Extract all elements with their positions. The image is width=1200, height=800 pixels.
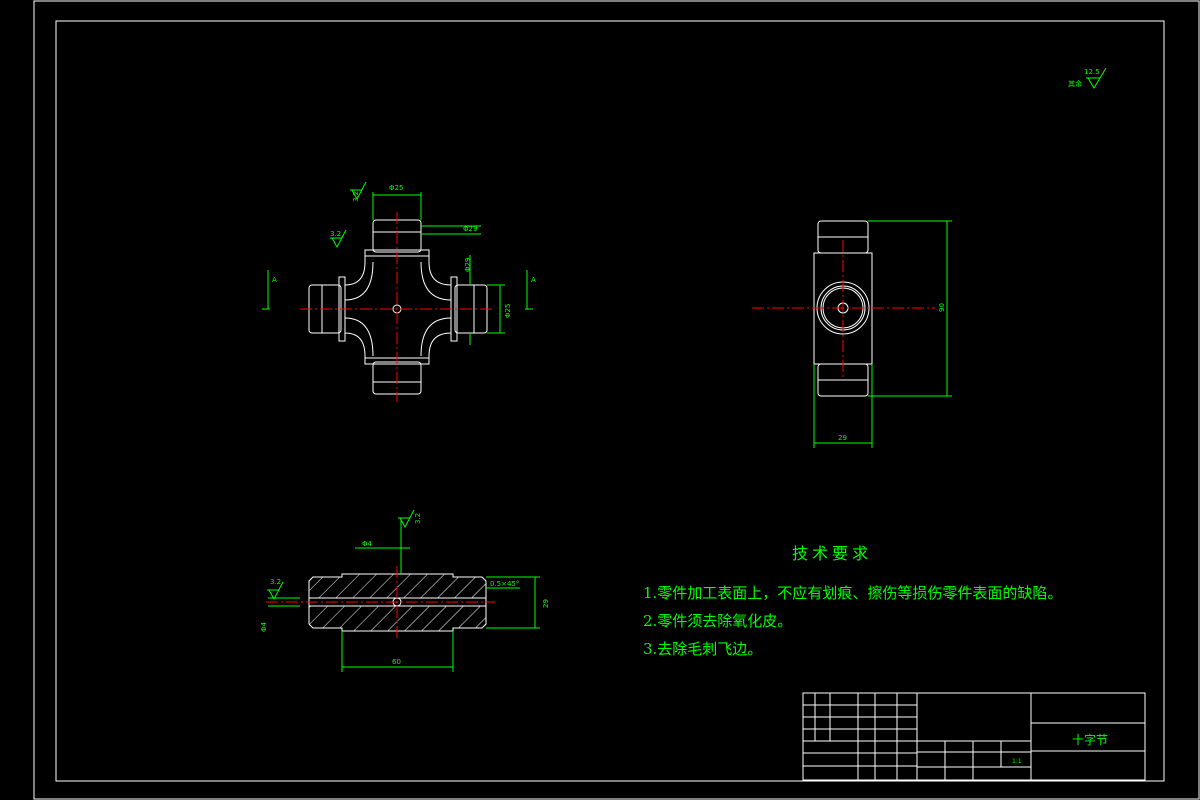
general-roughness-label: 其余 <box>1068 79 1082 88</box>
general-roughness-symbol: 12.5 其余 <box>1068 67 1107 89</box>
roughness-1: 3.2 <box>352 191 360 202</box>
tech-requirement-1: 1.零件加工表面上，不应有划痕、擦伤等损伤零件表面的缺陷。 <box>643 584 1063 602</box>
section-dim-left: Φ4 <box>260 621 268 632</box>
inner-frame <box>55 20 1165 782</box>
roughness-4: 3.2 <box>270 578 281 586</box>
cad-drawing-canvas: 12.5 其余 Φ25 Φ29 Φ29 Φ25 A A 3.2 3.2 90 2… <box>33 0 1200 800</box>
tech-requirements-title: 技术要求 <box>792 544 873 563</box>
tech-requirement-2: 2.零件须去除氧化皮。 <box>643 612 793 630</box>
front-view <box>308 219 488 395</box>
roughness-3: 3.2 <box>414 513 422 524</box>
front-view-centerlines <box>300 212 495 402</box>
title-block-scale: 1:1 <box>1012 758 1022 765</box>
dim-right-v1: Φ29 <box>464 258 472 272</box>
section-mark-left: A <box>272 276 277 284</box>
title-block-part-name: 十字节 <box>1072 733 1109 747</box>
outer-frame <box>33 0 1200 800</box>
dim-top-dia: Φ25 <box>389 184 403 192</box>
section-dim-chamfer: 0.5×45° <box>490 580 519 588</box>
side-view-dimensions <box>813 220 952 448</box>
general-roughness-value: 12.5 <box>1084 68 1100 76</box>
tech-requirement-3: 3.去除毛刺飞边。 <box>643 640 763 658</box>
side-view-centerlines <box>752 240 935 380</box>
roughness-2: 3.2 <box>330 230 341 238</box>
side-dim-height: 90 <box>938 303 946 312</box>
section-dim-height: 29 <box>542 599 550 608</box>
section-dim-length: 60 <box>392 658 401 666</box>
side-dim-width: 29 <box>838 434 847 442</box>
section-mark-right: A <box>531 276 536 284</box>
dim-right-v2: Φ25 <box>504 304 512 318</box>
section-dim-hole: Φ4 <box>362 540 373 548</box>
dim-right-top-dia: Φ29 <box>463 225 477 233</box>
